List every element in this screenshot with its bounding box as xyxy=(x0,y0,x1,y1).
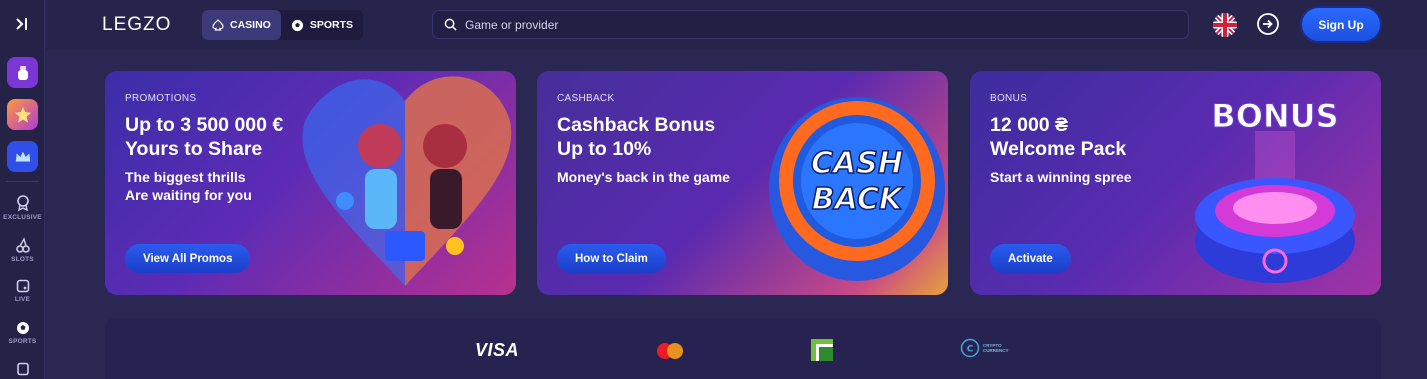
sidebar-item-label: LIVE xyxy=(14,296,31,303)
payment-methods-strip: VISA C CRYPTO CURRENCY xyxy=(105,318,1381,379)
tab-label: SPORTS xyxy=(309,19,354,31)
tab-sports[interactable]: SPORTS xyxy=(281,10,363,40)
search-bar[interactable] xyxy=(432,10,1189,39)
how-to-claim-button[interactable]: How to Claim xyxy=(557,244,666,273)
activate-button[interactable]: Activate xyxy=(990,244,1071,273)
promo-title-line: Cashback Bonus xyxy=(557,114,716,136)
sidebar-divider xyxy=(6,181,39,182)
cherry-icon xyxy=(15,237,30,253)
spade-icon xyxy=(212,19,224,31)
promo-characters-art xyxy=(302,76,512,286)
login-icon[interactable] xyxy=(1256,12,1280,41)
mastercard-icon xyxy=(657,343,683,359)
promo-title-line: 12 000 ₴ xyxy=(990,114,1069,136)
sidebar-item-label: EXCLUSIVE xyxy=(3,214,42,221)
signup-button[interactable]: Sign Up xyxy=(1302,8,1380,41)
promo-title: Cashback Bonus Up to 10% xyxy=(557,113,730,161)
search-icon xyxy=(444,18,457,31)
promo-title-line: Up to 3 500 000 € xyxy=(125,114,284,136)
search-input[interactable] xyxy=(465,17,1145,32)
live-icon xyxy=(16,279,29,293)
uk-flag-icon[interactable] xyxy=(1213,13,1237,37)
promo-kicker: BONUS xyxy=(990,93,1028,104)
tab-casino[interactable]: CASINO xyxy=(202,10,281,40)
promo-card-cashback[interactable]: CASH BACK CASHBACK Cashback Bonus Up to … xyxy=(537,71,948,295)
promo-title: 12 000 ₴ Welcome Pack xyxy=(990,113,1132,161)
bonus-art: BONUS xyxy=(1195,97,1355,283)
sidebar-item-slots[interactable]: SLOTS xyxy=(0,237,45,263)
promo-description: The biggest thrills Are waiting for you xyxy=(125,168,283,204)
promo-card-bonus[interactable]: BONUS BONUS 12 000 ₴ Welcome Pack Start … xyxy=(970,71,1381,295)
crypto-currency-logo: C CRYPTO CURRENCY xyxy=(960,338,1009,358)
cashback-art-text-2: BACK xyxy=(812,182,905,217)
promo-description: Start a winning spree xyxy=(990,168,1132,186)
svg-text:C: C xyxy=(967,345,974,355)
promo-desc-line: Are waiting for you xyxy=(125,187,252,203)
promo-kicker: PROMOTIONS xyxy=(125,93,197,104)
mode-switch: CASINO SPORTS xyxy=(202,10,364,40)
promo-title-line: Yours to Share xyxy=(125,138,263,160)
top-header: LEGZO CASINO SPORTS Sign Up xyxy=(46,0,1427,50)
promo-title-line: Welcome Pack xyxy=(990,138,1127,160)
view-all-promos-button[interactable]: View All Promos xyxy=(125,244,251,273)
crypto-label-line: CURRENCY xyxy=(983,348,1009,353)
sidebar-item-live[interactable]: LIVE xyxy=(0,279,45,303)
document-icon xyxy=(16,362,29,376)
promo-title-line: Up to 10% xyxy=(557,138,652,160)
promo-card-promotions[interactable]: PROMOTIONS Up to 3 500 000 € Yours to Sh… xyxy=(105,71,516,295)
sidebar-item-label: SPORTS xyxy=(8,338,37,345)
sidebar: EXCLUSIVE SLOTS LIVE SPORTS xyxy=(0,0,45,379)
gift-bag-icon[interactable] xyxy=(7,57,38,88)
promo-desc-line: Money's back in the game xyxy=(557,169,730,185)
promo-title: Up to 3 500 000 € Yours to Share xyxy=(125,113,283,161)
promo-desc-line: The biggest thrills xyxy=(125,169,246,185)
sidebar-item-exclusive[interactable]: EXCLUSIVE xyxy=(0,195,45,221)
logo[interactable]: LEGZO xyxy=(102,14,171,36)
promo-description: Money's back in the game xyxy=(557,168,730,186)
crypto-coin-icon: C xyxy=(960,338,980,358)
sidebar-item-label: SLOTS xyxy=(11,256,34,263)
visa-logo: VISA xyxy=(475,340,520,360)
tab-label: CASINO xyxy=(230,19,271,31)
sidebar-item-sports[interactable]: SPORTS xyxy=(0,321,45,345)
bonus-art-text: BONUS xyxy=(1211,97,1338,135)
sidebar-item-more[interactable] xyxy=(0,362,45,376)
soccer-ball-icon xyxy=(16,322,29,334)
expand-sidebar-icon[interactable] xyxy=(12,14,32,34)
soccer-ball-icon xyxy=(291,19,303,31)
crown-icon[interactable] xyxy=(7,141,38,172)
promo-desc-line: Start a winning spree xyxy=(990,169,1132,185)
privatbank-icon xyxy=(811,339,833,361)
star-icon[interactable] xyxy=(7,99,38,130)
cashback-coin-art: CASH BACK xyxy=(769,97,945,281)
award-icon xyxy=(16,195,29,211)
cashback-art-text-1: CASH xyxy=(811,146,903,181)
promo-kicker: CASHBACK xyxy=(557,93,615,104)
